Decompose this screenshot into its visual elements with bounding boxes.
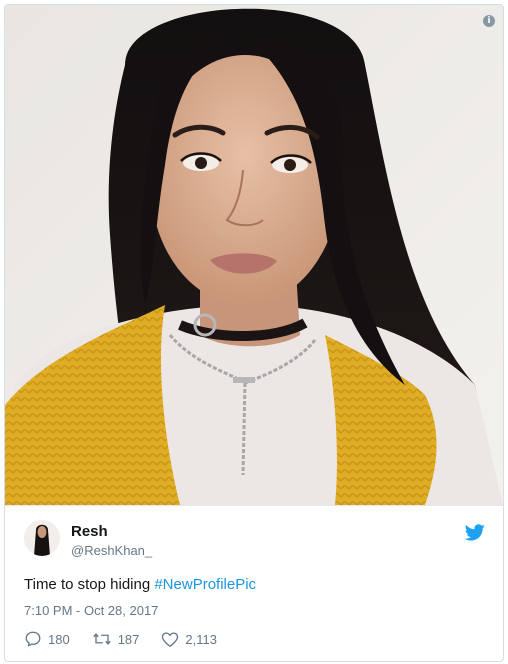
tweet-photo[interactable]: i xyxy=(5,5,503,505)
tweet-meta: Resh @ReshKhan_ Time to stop hiding #New… xyxy=(5,505,503,661)
reply-count: 180 xyxy=(48,631,70,647)
tweet-text-body: Time to stop hiding xyxy=(24,576,155,593)
tweet-timestamp[interactable]: 7:10 PM - Oct 28, 2017 xyxy=(24,603,158,618)
retweet-icon xyxy=(92,633,111,645)
avatar[interactable] xyxy=(24,520,60,556)
embedded-tweet-card: i Resh @ReshKhan_ Time to stop hiding #N… xyxy=(4,4,504,662)
heart-icon xyxy=(162,631,179,647)
like-count: 2,113 xyxy=(185,631,217,647)
photo-illustration xyxy=(5,5,503,505)
retweet-count: 187 xyxy=(117,631,140,647)
twitter-bird-icon[interactable] xyxy=(464,524,485,546)
like-button[interactable]: 2,113 xyxy=(161,631,217,648)
avatar-image xyxy=(24,520,60,556)
tweet-text: Time to stop hiding #NewProfilePic xyxy=(24,576,256,593)
info-icon[interactable]: i xyxy=(483,15,495,27)
tweet-actions: 180 187 2,113 xyxy=(24,630,239,648)
author-name[interactable]: Resh xyxy=(71,523,108,540)
retweet-button[interactable]: 187 xyxy=(92,630,140,648)
reply-button[interactable]: 180 xyxy=(24,630,70,648)
reply-icon xyxy=(25,631,41,647)
hashtag-link[interactable]: #NewProfilePic xyxy=(154,576,256,593)
author-handle[interactable]: @ReshKhan_ xyxy=(71,543,152,558)
